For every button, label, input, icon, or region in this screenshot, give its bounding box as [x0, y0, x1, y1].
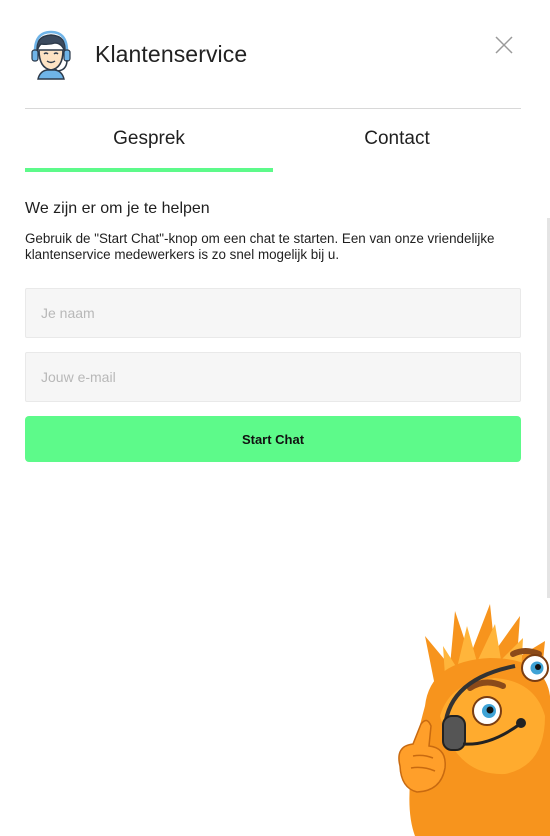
- mascot-image: [398, 604, 550, 836]
- intro-description: Gebruik de "Start Chat"-knop om een chat…: [25, 231, 495, 262]
- active-tab-indicator: [25, 168, 273, 172]
- support-agent-avatar-icon: [31, 30, 71, 80]
- start-chat-button[interactable]: Start Chat: [25, 416, 521, 462]
- close-icon[interactable]: [494, 35, 514, 55]
- widget-header: Klantenservice: [25, 28, 521, 88]
- widget-title: Klantenservice: [95, 41, 248, 67]
- name-input[interactable]: [25, 288, 521, 338]
- tab-bar: Gesprek Contact: [25, 109, 521, 173]
- chat-widget-panel: Klantenservice Gesprek Contact We zijn e…: [0, 0, 550, 836]
- email-input[interactable]: [25, 352, 521, 402]
- tab-contact[interactable]: Contact: [273, 109, 521, 171]
- tab-gesprek[interactable]: Gesprek: [25, 109, 273, 171]
- intro-heading: We zijn er om je te helpen: [25, 200, 210, 217]
